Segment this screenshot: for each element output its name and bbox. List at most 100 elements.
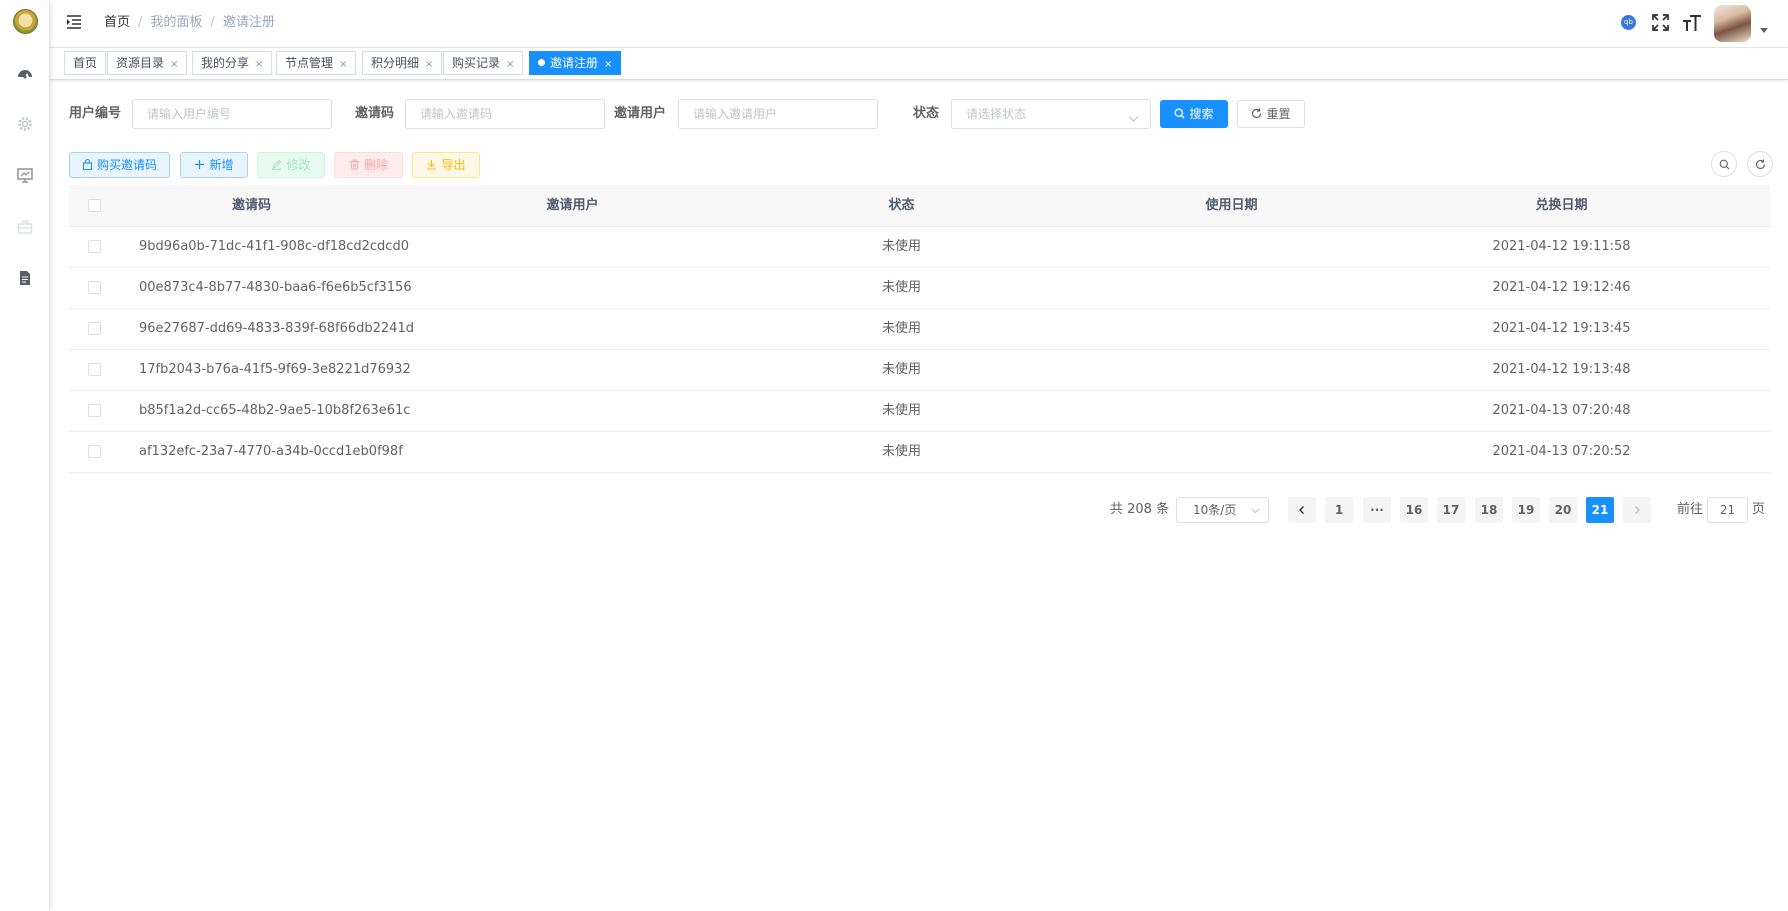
tag-points-detail[interactable]: 积分明细 × bbox=[362, 51, 443, 75]
row-checkbox[interactable] bbox=[88, 404, 101, 417]
logo[interactable] bbox=[13, 9, 38, 34]
close-icon[interactable]: × bbox=[425, 59, 433, 70]
tag-purchase-records[interactable]: 购买记录 × bbox=[443, 51, 524, 75]
row-checkbox[interactable] bbox=[88, 445, 101, 458]
column-header-status[interactable]: 状态 bbox=[789, 185, 1014, 226]
add-button[interactable]: 新增 bbox=[180, 152, 248, 178]
current-page-number[interactable]: 21 bbox=[1586, 497, 1614, 523]
code-input[interactable] bbox=[405, 99, 605, 129]
tag-node-management[interactable]: 节点管理 × bbox=[276, 51, 357, 75]
search-icon bbox=[1719, 159, 1730, 170]
cell-used-date bbox=[1119, 350, 1344, 390]
document-icon[interactable] bbox=[16, 269, 34, 287]
table-row[interactable]: 17fb2043-b76a-41f5-9f69-3e8221d76932 未使用… bbox=[69, 350, 1770, 391]
cell-used-date bbox=[1119, 309, 1344, 349]
close-icon[interactable]: × bbox=[506, 59, 514, 70]
cell-code: 96e27687-dd69-4833-839f-68f66db2241d bbox=[139, 321, 414, 336]
reset-button[interactable]: 重置 bbox=[1237, 100, 1305, 128]
table-row[interactable]: b85f1a2d-cc65-48b2-9ae5-10b8f263e61c 未使用… bbox=[69, 391, 1770, 432]
cell-code: af132efc-23a7-4770-a34b-0ccd1eb0f98f bbox=[139, 444, 403, 459]
page-size-value: 10条/页 bbox=[1193, 503, 1237, 517]
page-size-select[interactable]: 10条/页 bbox=[1176, 497, 1269, 523]
search-button[interactable]: 搜索 bbox=[1160, 100, 1228, 128]
cell-redeem-date: 2021-04-13 07:20:48 bbox=[1492, 403, 1631, 418]
tag-resource-catalog[interactable]: 资源目录 × bbox=[107, 51, 188, 75]
page-number[interactable]: 17 bbox=[1437, 497, 1465, 523]
code-label: 邀请码 bbox=[355, 106, 395, 121]
buy-invite-code-button[interactable]: 购买邀请码 bbox=[69, 152, 170, 178]
row-checkbox[interactable] bbox=[88, 281, 101, 294]
avatar[interactable] bbox=[1714, 5, 1751, 42]
toolbox-icon[interactable] bbox=[16, 218, 34, 236]
trash-icon bbox=[349, 159, 359, 170]
search-icon bbox=[1175, 108, 1185, 119]
table-row[interactable]: 96e27687-dd69-4833-839f-68f66db2241d 未使用… bbox=[69, 309, 1770, 350]
cell-status: 未使用 bbox=[881, 239, 921, 254]
tag-home[interactable]: 首页 bbox=[64, 51, 107, 75]
search-button-label: 搜索 bbox=[1189, 107, 1214, 121]
page-jump-input[interactable]: 21 bbox=[1707, 497, 1748, 523]
cell-status: 未使用 bbox=[881, 280, 921, 295]
row-checkbox[interactable] bbox=[88, 363, 101, 376]
close-icon[interactable]: × bbox=[604, 59, 612, 70]
font-size-icon[interactable] bbox=[1682, 13, 1702, 33]
export-button-label: 导出 bbox=[441, 158, 466, 172]
close-icon[interactable]: × bbox=[255, 59, 263, 70]
table-row[interactable]: 9bd96a0b-71dc-41f1-908c-df18cd2cdcd0 未使用… bbox=[69, 227, 1770, 268]
tag-my-share[interactable]: 我的分享 × bbox=[192, 51, 273, 75]
cell-used-date bbox=[1119, 227, 1344, 267]
monitor-icon[interactable] bbox=[16, 166, 34, 184]
cell-user bbox=[460, 309, 685, 349]
goto-label: 前往 bbox=[1677, 502, 1704, 517]
dashboard-icon[interactable] bbox=[16, 64, 34, 82]
shopping-bag-icon bbox=[82, 158, 93, 171]
table-row[interactable]: af132efc-23a7-4770-a34b-0ccd1eb0f98f 未使用… bbox=[69, 432, 1770, 473]
cell-code: b85f1a2d-cc65-48b2-9ae5-10b8f263e61c bbox=[139, 403, 411, 418]
select-all-checkbox[interactable] bbox=[88, 199, 101, 212]
invite-user-input[interactable] bbox=[678, 99, 878, 129]
settings-icon[interactable] bbox=[16, 115, 34, 133]
column-header-code[interactable]: 邀请码 bbox=[139, 185, 364, 226]
cell-redeem-date: 2021-04-12 19:13:45 bbox=[1492, 321, 1631, 336]
page-number[interactable]: 16 bbox=[1400, 497, 1428, 523]
caret-down-icon[interactable] bbox=[1760, 28, 1768, 33]
table-row[interactable]: 00e873c4-8b77-4830-baa6-f6e6b5cf3156 未使用… bbox=[69, 268, 1770, 309]
page-number[interactable]: 20 bbox=[1549, 497, 1577, 523]
cell-user bbox=[460, 227, 685, 267]
chevron-down-icon[interactable] bbox=[1128, 109, 1139, 122]
page-number[interactable]: 19 bbox=[1512, 497, 1540, 523]
toggle-search-button[interactable] bbox=[1711, 151, 1737, 177]
edit-button[interactable]: 修改 bbox=[257, 152, 325, 178]
tag-label: 积分明细 bbox=[371, 56, 420, 70]
next-page-button[interactable] bbox=[1623, 497, 1651, 523]
column-header-redeem-date[interactable]: 兑换日期 bbox=[1449, 185, 1674, 226]
page-ellipsis[interactable]: ··· bbox=[1363, 497, 1391, 523]
page-number[interactable]: 1 bbox=[1325, 497, 1353, 523]
breadcrumb-panel[interactable]: 我的面板 bbox=[150, 15, 202, 30]
plus-icon bbox=[195, 160, 205, 169]
export-button[interactable]: 导出 bbox=[412, 152, 480, 178]
close-icon[interactable]: × bbox=[339, 59, 347, 70]
fullscreen-icon[interactable] bbox=[1652, 14, 1669, 31]
delete-button[interactable]: 删除 bbox=[334, 152, 403, 178]
status-label: 状态 bbox=[913, 106, 940, 121]
hamburger-menu-icon[interactable] bbox=[66, 14, 82, 30]
invite-user-label: 邀请用户 bbox=[614, 106, 667, 121]
close-icon[interactable]: × bbox=[170, 59, 178, 70]
breadcrumb-home[interactable]: 首页 bbox=[104, 15, 130, 30]
user-id-input[interactable] bbox=[132, 99, 332, 129]
prev-page-button[interactable] bbox=[1288, 497, 1316, 523]
source-badge[interactable]: qb bbox=[1621, 15, 1636, 30]
navbar: 首页 / 我的面板 / 邀请注册 bbox=[49, 0, 1788, 47]
tag-label: 首页 bbox=[73, 56, 98, 70]
row-checkbox[interactable] bbox=[88, 240, 101, 253]
refresh-table-button[interactable] bbox=[1747, 151, 1773, 177]
tag-invite-register[interactable]: 邀请注册 × bbox=[529, 51, 622, 75]
status-select[interactable] bbox=[951, 99, 1151, 129]
row-checkbox[interactable] bbox=[88, 322, 101, 335]
page-number[interactable]: 18 bbox=[1475, 497, 1503, 523]
column-header-used-date[interactable]: 使用日期 bbox=[1119, 185, 1344, 226]
column-header-user[interactable]: 邀请用户 bbox=[460, 185, 685, 226]
chevron-down-icon bbox=[1251, 508, 1260, 514]
cell-code: 9bd96a0b-71dc-41f1-908c-df18cd2cdcd0 bbox=[139, 239, 409, 254]
